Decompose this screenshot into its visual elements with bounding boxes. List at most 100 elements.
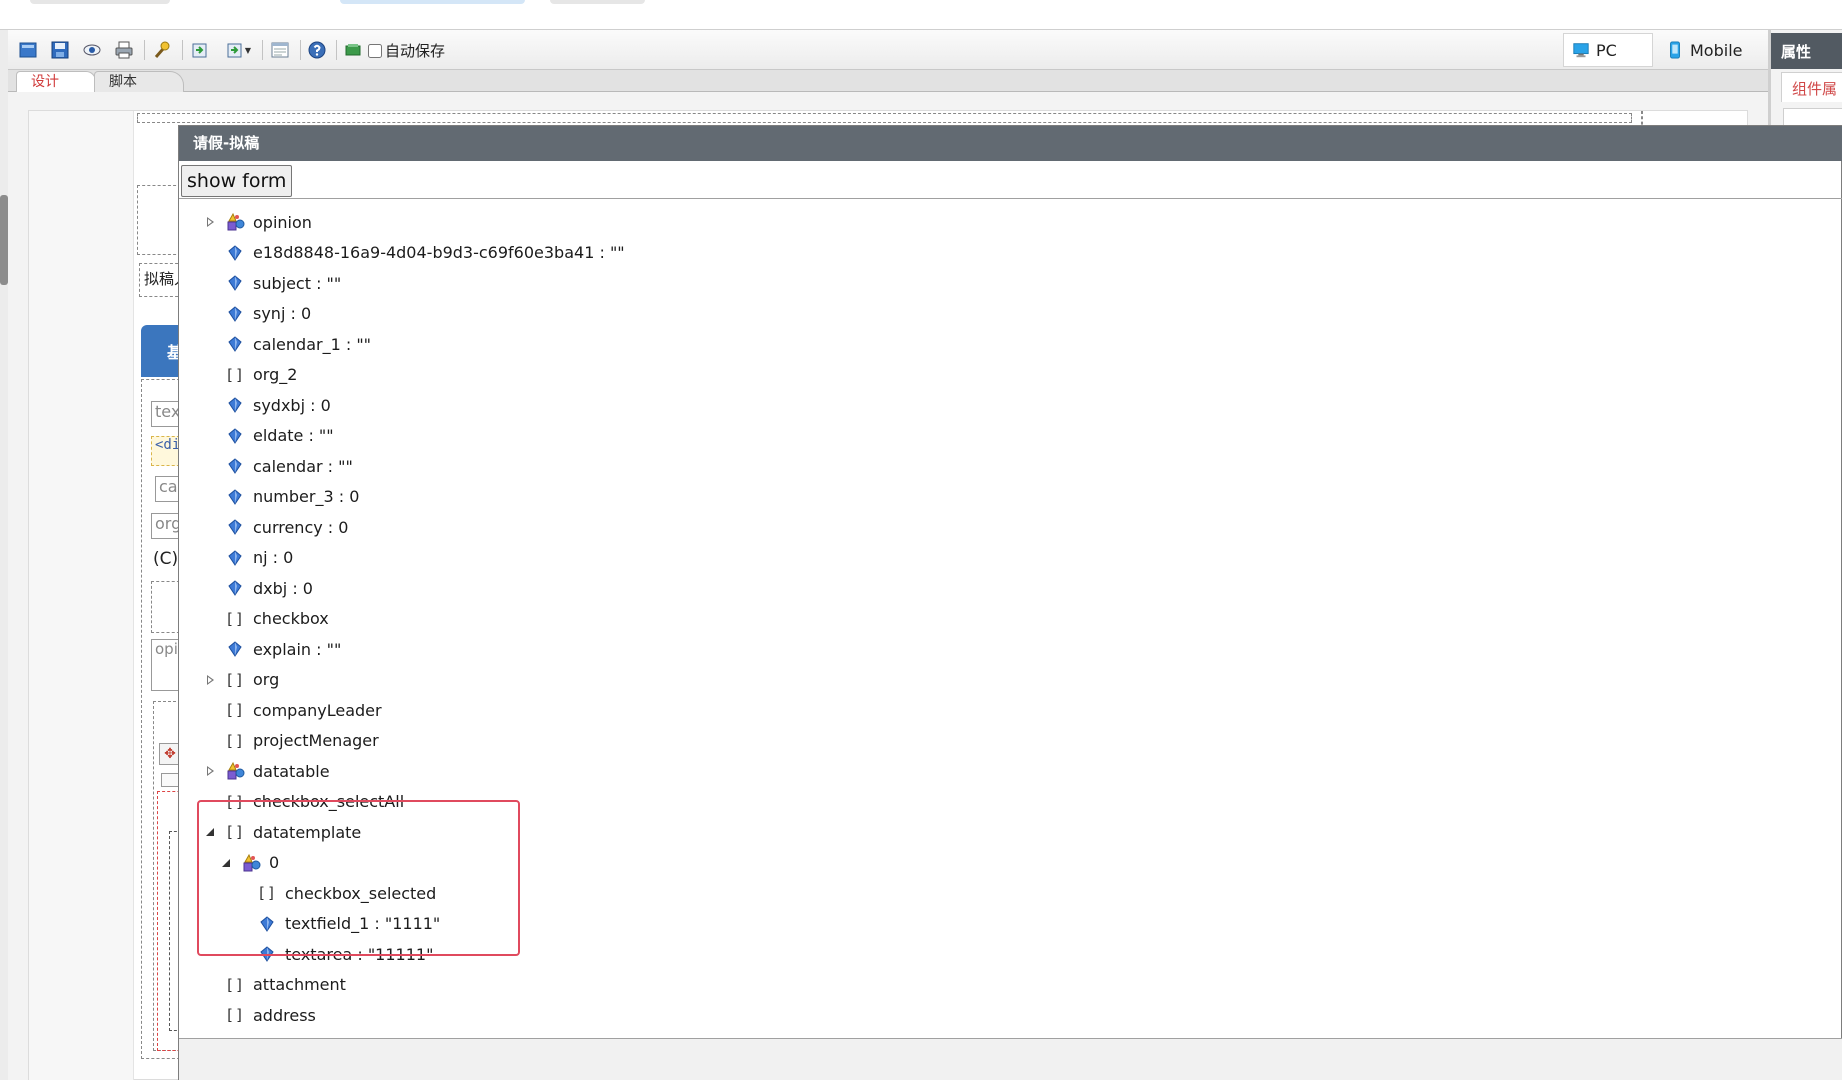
tree-node[interactable]: synj : 0 bbox=[203, 299, 311, 329]
value-gem-icon bbox=[225, 578, 245, 598]
tree-node[interactable]: [] checkbox bbox=[203, 604, 329, 634]
array-brackets-icon: [] bbox=[225, 731, 246, 750]
tree-node-label: org bbox=[253, 670, 280, 689]
object-node-icon bbox=[225, 761, 245, 781]
tree-node-label: htmleditor : "" bbox=[253, 1036, 367, 1037]
array-brackets-icon: [] bbox=[225, 1006, 246, 1024]
tree-node[interactable]: [] attachment bbox=[203, 970, 346, 1000]
tree-node-label: eldate : "" bbox=[253, 426, 334, 445]
array-brackets-icon: [] bbox=[225, 975, 246, 994]
tree-node[interactable]: [] address bbox=[203, 1000, 316, 1030]
value-gem-icon bbox=[225, 639, 245, 659]
help-icon[interactable] bbox=[305, 39, 329, 61]
tree-node[interactable]: [] projectMenager bbox=[203, 726, 379, 756]
dialog-button-bar: show form bbox=[179, 161, 1842, 199]
preview-icon[interactable] bbox=[80, 39, 104, 61]
autosave-label: 自动保存 bbox=[385, 42, 446, 60]
tree-node[interactable]: datatable bbox=[203, 756, 330, 786]
print-icon[interactable] bbox=[112, 39, 136, 61]
editor-tab-bar: 设计 脚本 bbox=[8, 70, 1768, 92]
value-gem-icon bbox=[225, 1036, 245, 1038]
import-icon[interactable] bbox=[188, 39, 212, 61]
value-gem-icon bbox=[225, 334, 245, 354]
new-icon[interactable] bbox=[16, 39, 40, 61]
save-icon[interactable] bbox=[48, 39, 72, 61]
object-node-icon bbox=[225, 212, 245, 232]
dropdown-caret-icon[interactable]: ▼ bbox=[245, 46, 251, 55]
monitor-icon bbox=[1573, 43, 1589, 58]
device-pc-button[interactable]: PC bbox=[1563, 33, 1653, 67]
tab-script[interactable]: 脚本 bbox=[94, 71, 184, 92]
tree-node-label: subject : "" bbox=[253, 273, 342, 293]
tree-node-label: number_3 : 0 bbox=[253, 487, 360, 506]
tree-node[interactable]: sydxbj : 0 bbox=[203, 390, 331, 420]
device-mobile-button[interactable]: Mobile bbox=[1658, 33, 1758, 67]
settings-icon[interactable] bbox=[150, 39, 174, 61]
tree-node[interactable]: [] org bbox=[203, 665, 279, 695]
export-icon[interactable]: ▼ bbox=[220, 39, 256, 61]
tree-node[interactable]: subject : "" bbox=[203, 268, 341, 298]
left-scrollbar[interactable] bbox=[0, 30, 8, 1080]
canvas-gutter bbox=[29, 111, 134, 1080]
array-brackets-icon: [] bbox=[225, 609, 246, 628]
autosave-checkbox[interactable] bbox=[368, 43, 382, 58]
tree-node[interactable]: eldate : "" bbox=[203, 421, 334, 451]
tree-node[interactable]: e18d8848-16a9-4d04-b9d3-c69f60e3ba41 : "… bbox=[203, 238, 625, 268]
tree-node[interactable]: dxbj : 0 bbox=[203, 573, 313, 603]
form-region-outline bbox=[137, 113, 1632, 123]
tree-node-label: checkbox bbox=[253, 609, 329, 628]
tree-node-label: nj : 0 bbox=[253, 548, 294, 567]
tree-node-label: companyLeader bbox=[253, 700, 382, 720]
toolbar-separator bbox=[300, 40, 301, 60]
tree-node-label: calendar_1 : "" bbox=[253, 334, 372, 354]
tab-design[interactable]: 设计 bbox=[16, 71, 96, 92]
tree-node[interactable]: [] companyLeader bbox=[203, 695, 382, 725]
tree-node[interactable]: nj : 0 bbox=[203, 543, 293, 573]
tree-node[interactable]: calendar : "" bbox=[203, 451, 353, 481]
tree-node-label: calendar : "" bbox=[253, 456, 353, 476]
dialog-title: 请假-拟稿 bbox=[179, 126, 1842, 161]
expand-arrow-icon[interactable] bbox=[203, 672, 219, 688]
show-form-button[interactable]: show form bbox=[181, 165, 293, 197]
array-brackets-icon: [] bbox=[225, 365, 246, 384]
expand-arrow-icon[interactable] bbox=[203, 214, 219, 230]
tree-node[interactable]: explain : "" bbox=[203, 634, 341, 664]
copyright-peek: (C) bbox=[153, 549, 179, 569]
toolbar-separator bbox=[182, 40, 183, 60]
properties-title: 属性 bbox=[1771, 33, 1842, 69]
tree-node-label: e18d8848-16a9-4d04-b9d3-c69f60e3ba41 : "… bbox=[253, 243, 625, 262]
tree-node[interactable]: number_3 : 0 bbox=[203, 482, 359, 512]
list-icon[interactable] bbox=[161, 773, 179, 787]
value-gem-icon bbox=[225, 243, 245, 263]
db-icon[interactable] bbox=[341, 39, 365, 61]
value-gem-icon bbox=[225, 273, 245, 293]
toolbar-separator bbox=[336, 40, 337, 60]
tree-node[interactable]: [] org_2 bbox=[203, 360, 297, 390]
tree-node-label: projectMenager bbox=[253, 731, 379, 750]
tree-node[interactable]: htmleditor : "" bbox=[203, 1031, 367, 1038]
tab-component-properties[interactable]: 组件属 bbox=[1781, 72, 1842, 102]
tree-node[interactable]: opinion bbox=[203, 207, 312, 237]
tree-node[interactable]: calendar_1 : "" bbox=[203, 329, 371, 359]
value-gem-icon bbox=[225, 395, 245, 415]
autosave-toggle[interactable]: 自动保存 bbox=[368, 40, 445, 61]
expand-arrow-icon[interactable] bbox=[203, 763, 219, 779]
layout-icon[interactable] bbox=[268, 39, 292, 61]
tree-node[interactable]: currency : 0 bbox=[203, 512, 348, 542]
top-tab-placeholder bbox=[30, 0, 170, 4]
scrollbar-thumb[interactable] bbox=[0, 195, 8, 285]
array-brackets-icon: [] bbox=[225, 701, 246, 719]
